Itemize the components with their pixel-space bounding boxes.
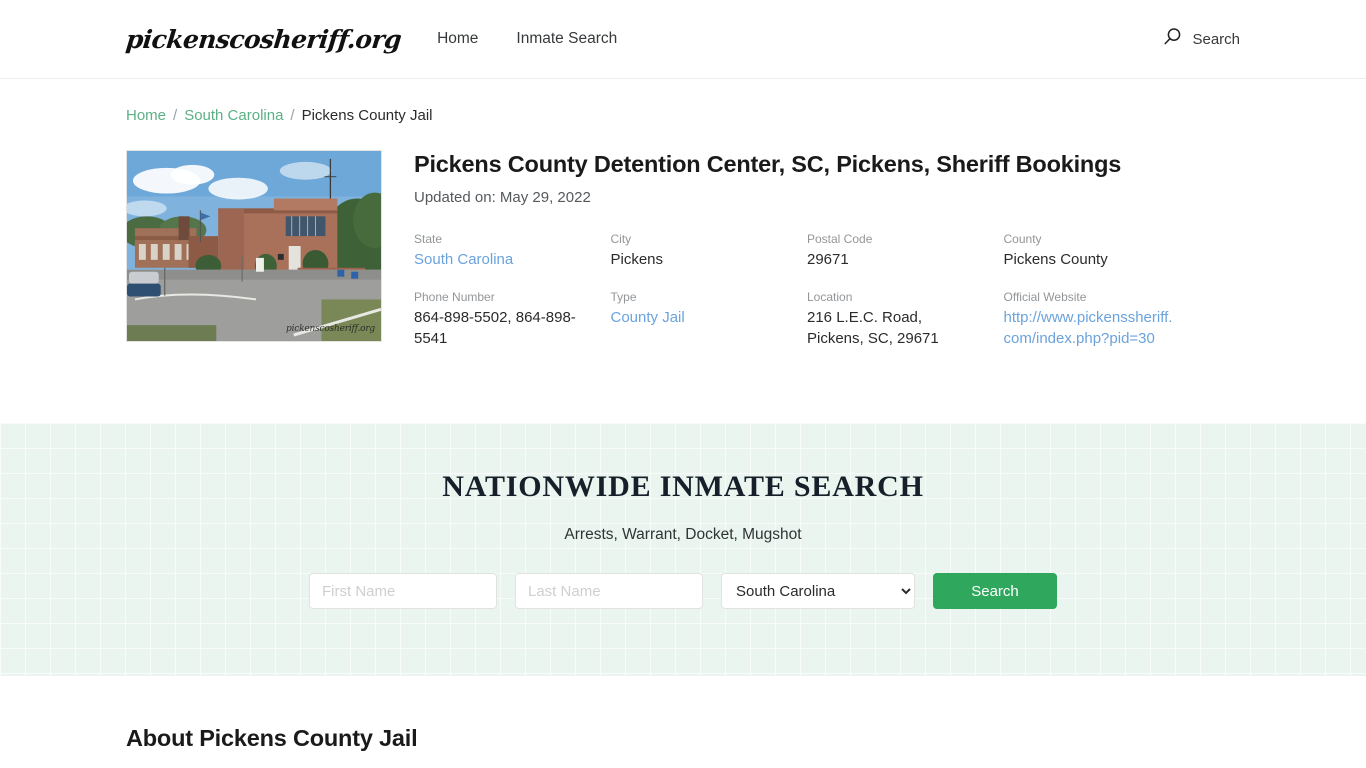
field-label: County [1003,232,1042,247]
field-city: City Pickens [611,232,782,270]
field-county: County Pickens County [1004,232,1175,270]
breadcrumb-item-south-carolina[interactable]: South Carolina [184,107,283,124]
search-icon [1163,27,1182,51]
field-location: Location 216 L.E.C. Road, Pickens, SC, 2… [807,290,978,349]
breadcrumb-wrapper: Home / South Carolina / Pickens County J… [0,79,1366,124]
nav-item-home[interactable]: Home [437,30,478,48]
breadcrumb: Home / South Carolina / Pickens County J… [126,107,1240,124]
field-value: 29671 [807,250,849,268]
nationwide-search-subtitle: Arrests, Warrant, Docket, Mugshot [564,526,802,544]
field-label: Type [610,290,637,305]
page-title: Pickens County Detention Center, SC, Pic… [414,151,1122,177]
field-value: Pickens County [1003,250,1108,268]
field-label: Postal Code [807,232,873,247]
breadcrumb-item-home[interactable]: Home [126,107,166,124]
facility-section: pickenscosheriff.org Pickens County Dete… [0,124,1366,349]
last-name-input[interactable] [515,573,703,610]
field-value: Pickens [610,250,664,268]
state-link[interactable]: South Carolina [414,251,513,268]
field-type: Type County Jail [611,290,782,349]
nationwide-search-section: NATIONWIDE INMATE SEARCH Arrests, Warran… [0,423,1366,677]
site-logo[interactable]: pickenscosheriff.org [124,25,402,54]
site-header: pickenscosheriff.org Home Inmate Search … [0,0,1366,79]
photo-watermark: pickenscosheriff.org [286,324,375,334]
about-section: About Pickens County Jail [0,676,1366,752]
field-label: Phone Number [414,290,495,305]
inmate-search-form: South Carolina Search [309,573,1057,610]
facility-photo: pickenscosheriff.org [126,150,382,342]
state-select[interactable]: South Carolina [721,573,915,610]
facility-details: Pickens County Detention Center, SC, Pic… [414,150,1240,349]
field-value: 216 L.E.C. Road, Pickens, SC, 29671 [807,308,939,347]
main-navigation: Home Inmate Search [437,30,617,48]
field-official-website: Official Website http://www.pickenssheri… [1004,290,1175,349]
field-label: Location [807,290,853,305]
nav-item-inmate-search[interactable]: Inmate Search [516,30,617,48]
header-search-button[interactable]: Search [1163,27,1240,51]
official-website-link[interactable]: http://www.pickenssheriff.com/index.php?… [1004,309,1173,347]
breadcrumb-item-current: Pickens County Jail [301,107,433,124]
field-value: County Jail [611,308,782,329]
nationwide-search-title: NATIONWIDE INMATE SEARCH [442,470,924,504]
header-search-label: Search [1192,30,1240,48]
search-submit-button[interactable]: Search [933,573,1057,610]
breadcrumb-separator: / [290,107,295,124]
field-label: Official Website [1003,290,1087,305]
about-heading: About Pickens County Jail [126,725,418,752]
field-value: South Carolina [414,250,585,271]
field-value: http://www.pickenssheriff.com/index.php?… [1004,308,1175,349]
field-phone-number: Phone Number 864-898-5502, 864-898-5541 [414,290,585,349]
facility-field-grid: State South Carolina City Pickens Postal… [414,232,1174,349]
breadcrumb-separator: / [173,107,178,124]
field-label: City [610,232,632,247]
updated-date: Updated on: May 29, 2022 [414,189,591,207]
field-state: State South Carolina [414,232,585,270]
type-link[interactable]: County Jail [611,309,685,326]
field-value: 864-898-5502, 864-898-5541 [414,308,576,347]
field-postal-code: Postal Code 29671 [807,232,978,270]
field-label: State [414,232,443,247]
first-name-input[interactable] [309,573,497,610]
